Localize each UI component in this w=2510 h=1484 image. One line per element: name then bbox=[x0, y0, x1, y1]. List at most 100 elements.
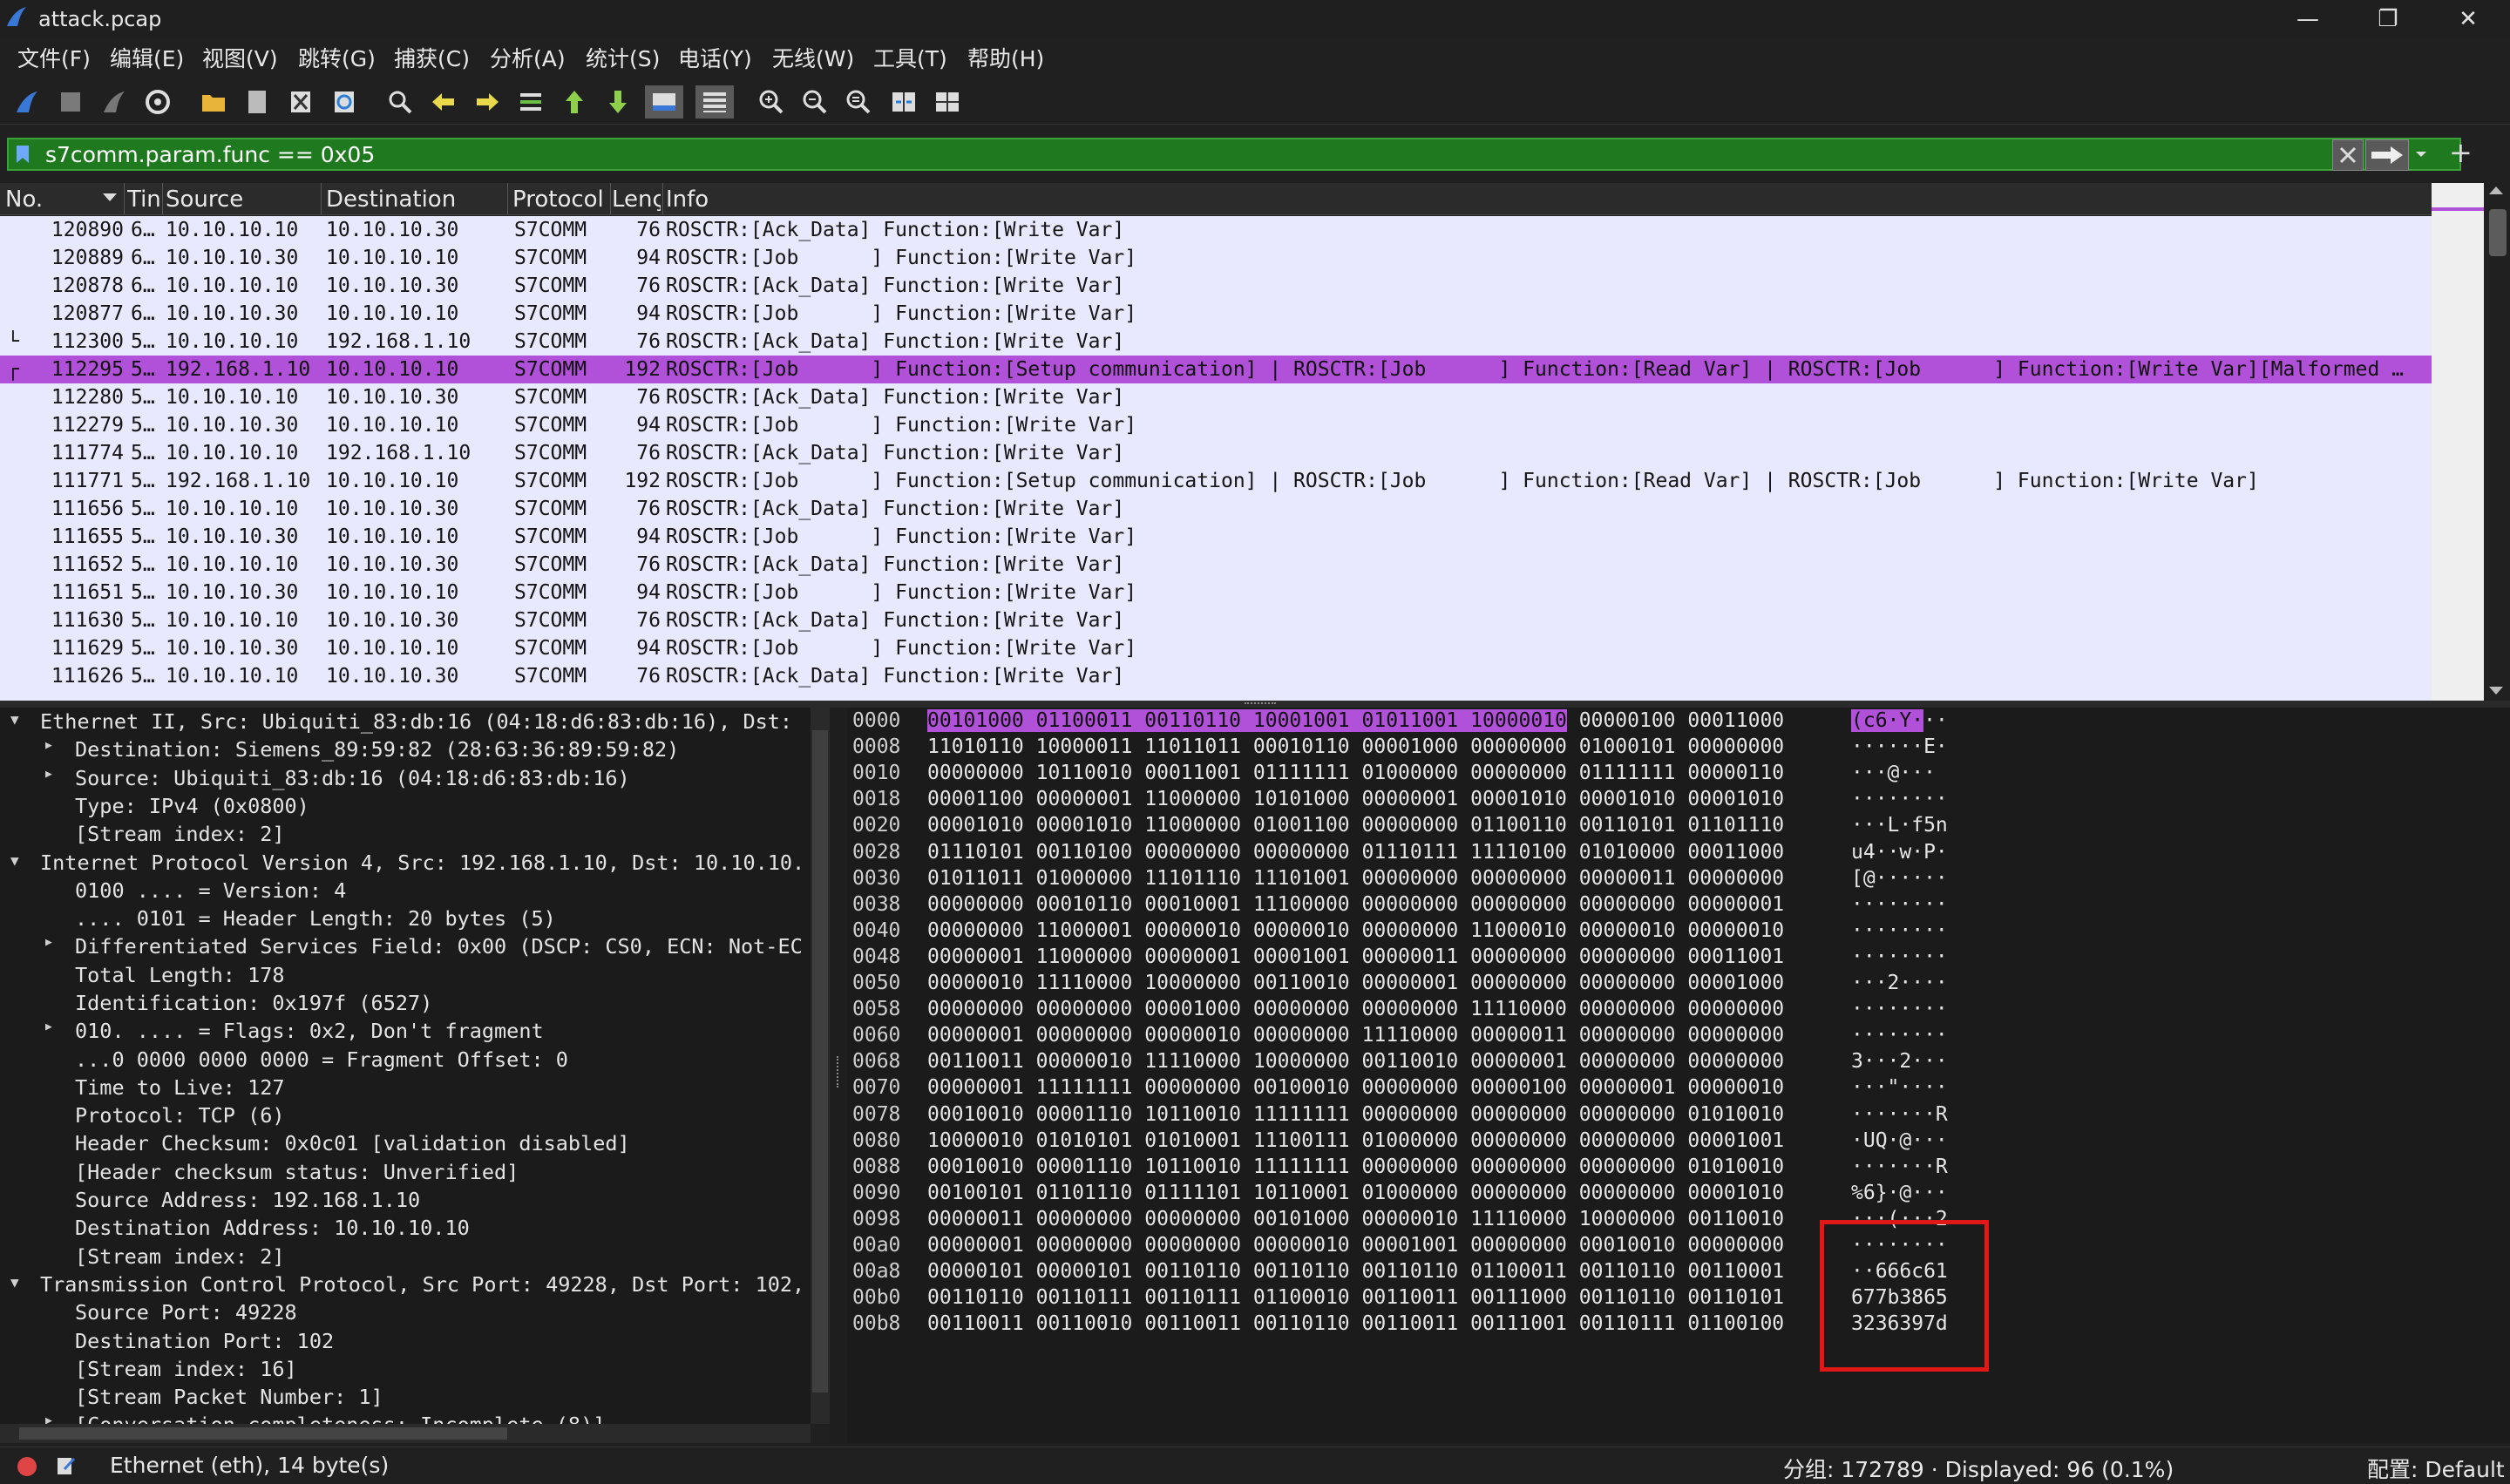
bytes-binary[interactable]: 00000000 00010110 00010001 11100000 0000… bbox=[927, 893, 1784, 916]
details-scroll-thumb[interactable] bbox=[812, 730, 828, 1393]
file-icon[interactable] bbox=[241, 85, 274, 119]
bytes-ascii[interactable]: ········ bbox=[1851, 788, 1948, 810]
bytes-binary[interactable]: 00110011 00000010 11110000 10000000 0011… bbox=[927, 1050, 1784, 1073]
go-to-packet-icon[interactable] bbox=[514, 85, 547, 119]
column-header-no[interactable]: No. bbox=[5, 186, 119, 213]
packet-row[interactable]: 111655 5… 10.10.10.30 10.10.10.10 S7COMM 94 RO… bbox=[0, 523, 2432, 551]
bytes-binary[interactable]: 00000000 11000001 00000010 00000010 0000… bbox=[927, 919, 1784, 942]
close-file-icon[interactable] bbox=[284, 85, 317, 119]
menu-go[interactable]: 跳转(G) bbox=[298, 42, 376, 73]
close-button[interactable]: ✕ bbox=[2428, 0, 2508, 38]
details-horizontal-thumb[interactable] bbox=[19, 1427, 507, 1440]
resize-columns-icon[interactable] bbox=[887, 85, 920, 119]
packet-row[interactable]: 111651 5… 10.10.10.30 10.10.10.10 S7COMM 94 RO… bbox=[0, 579, 2432, 606]
packet-row[interactable]: 120890 6… 10.10.10.10 10.10.10.30 S7COMM 76 RO… bbox=[0, 216, 2432, 244]
bytes-binary[interactable]: 11010110 10000011 11011011 00010110 0000… bbox=[927, 735, 1784, 758]
open-folder-icon[interactable] bbox=[197, 85, 230, 119]
packet-row[interactable]: 111656 5… 10.10.10.10 10.10.10.30 S7COMM 76 RO… bbox=[0, 495, 2432, 523]
expand-arrow-down-icon[interactable]: ▼ bbox=[10, 1274, 19, 1291]
menu-statistics[interactable]: 统计(S) bbox=[586, 42, 660, 73]
packet-details-tree[interactable]: ▼ Ethernet II, Src: Ubiquiti_83:db:16 (04… bbox=[0, 708, 811, 1424]
bytes-binary[interactable]: 10000010 01010101 01010001 11100111 0100… bbox=[927, 1129, 1784, 1152]
first-packet-icon[interactable] bbox=[558, 85, 591, 119]
packet-list-scroll-thumb[interactable] bbox=[2489, 209, 2507, 256]
pane-splitter[interactable] bbox=[0, 701, 2510, 708]
packet-row[interactable]: 120878 6… 10.10.10.10 10.10.10.30 S7COMM 76 RO… bbox=[0, 272, 2432, 300]
display-filter-input[interactable]: s7comm.param.func == 0x05 bbox=[45, 142, 375, 167]
bytes-ascii[interactable]: ······E· bbox=[1851, 735, 1948, 758]
expand-arrow-down-icon[interactable]: ▼ bbox=[10, 711, 19, 728]
bytes-binary[interactable]: 00000001 00000000 00000010 00000000 1111… bbox=[927, 1024, 1784, 1047]
packet-list[interactable]: 120890 6… 10.10.10.10 10.10.10.30 S7COMM 76 RO… bbox=[0, 216, 2432, 701]
scroll-down-icon[interactable] bbox=[2489, 687, 2503, 695]
bytes-binary[interactable]: 00010010 00001110 10110010 11111111 0000… bbox=[927, 1103, 1784, 1126]
vertical-splitter[interactable] bbox=[830, 708, 847, 1443]
packet-list-scrollbar[interactable] bbox=[2486, 183, 2510, 701]
bytes-ascii-highlight[interactable]: (c6·Y· bbox=[1851, 709, 1924, 732]
expand-arrow-right-icon[interactable]: ▶ bbox=[45, 1020, 52, 1033]
bytes-ascii[interactable]: ········ bbox=[1851, 945, 1948, 968]
packet-row[interactable]: └ 112300 5… 10.10.10.10 192.168.1.10 S7COMM 76… bbox=[0, 328, 2432, 356]
packet-row[interactable]: 111774 5… 10.10.10.10 192.168.1.10 S7COMM 76 R… bbox=[0, 439, 2432, 467]
bytes-binary[interactable]: 00001010 00001010 11000000 01001100 0000… bbox=[927, 814, 1784, 837]
bytes-binary[interactable]: 00110011 00110010 00110011 00110110 0011… bbox=[927, 1312, 1784, 1335]
restart-fin-icon[interactable] bbox=[98, 85, 131, 119]
menu-view[interactable]: 视图(V) bbox=[202, 42, 278, 73]
bytes-binary-highlight[interactable]: 00101000 01100011 00110110 10001001 0101… bbox=[927, 709, 1567, 732]
packet-row[interactable]: 111771 5… 192.168.1.10 10.10.10.10 S7COMM 192… bbox=[0, 467, 2432, 495]
bytes-binary[interactable]: 00000000 10110010 00011001 01111111 0100… bbox=[927, 762, 1784, 784]
display-filter-bar[interactable]: s7comm.param.func == 0x05 bbox=[7, 138, 2461, 171]
menu-edit[interactable]: 编辑(E) bbox=[110, 42, 184, 73]
status-profile[interactable]: 配置: Default bbox=[2367, 1453, 2505, 1484]
bytes-binary[interactable]: 01011011 01000000 11101110 11101001 0000… bbox=[927, 867, 1784, 890]
zoom-in-icon[interactable] bbox=[755, 85, 788, 119]
sort-chevron-down-icon[interactable] bbox=[103, 193, 117, 201]
packet-row[interactable]: 111630 5… 10.10.10.10 10.10.10.30 S7COMM 76 RO… bbox=[0, 606, 2432, 634]
bytes-ascii[interactable]: ········ bbox=[1851, 998, 1948, 1020]
zoom-out-icon[interactable] bbox=[798, 85, 831, 119]
menu-tools[interactable]: 工具(T) bbox=[873, 42, 947, 73]
autoscroll-icon[interactable] bbox=[645, 85, 683, 119]
layout-grid-icon[interactable] bbox=[931, 85, 964, 119]
bytes-binary[interactable]: 00000011 00000000 00000000 00101000 0000… bbox=[927, 1208, 1784, 1230]
reload-icon[interactable] bbox=[328, 85, 361, 119]
zoom-normal-icon[interactable] bbox=[842, 85, 875, 119]
column-separator[interactable] bbox=[321, 183, 322, 214]
expand-arrow-down-icon[interactable]: ▼ bbox=[10, 852, 19, 869]
bytes-ascii[interactable]: ········ bbox=[1851, 919, 1948, 942]
column-header-time[interactable]: Tin bbox=[127, 186, 162, 213]
bytes-ascii[interactable]: (c6·Y··· bbox=[1851, 709, 1948, 732]
chevron-down-icon[interactable] bbox=[2409, 139, 2433, 169]
bytes-binary[interactable]: 00100101 01101110 01111101 10110001 0100… bbox=[927, 1182, 1784, 1204]
bytes-binary[interactable]: 00101000 01100011 00110110 10001001 0101… bbox=[927, 709, 1784, 732]
bytes-ascii[interactable]: ···2···· bbox=[1851, 972, 1948, 994]
menu-file[interactable]: 文件(F) bbox=[17, 42, 91, 73]
last-packet-icon[interactable] bbox=[601, 85, 634, 119]
bytes-ascii[interactable]: ···L·f5n bbox=[1851, 814, 1948, 837]
packet-row[interactable]: 120889 6… 10.10.10.30 10.10.10.10 S7COMM 94 RO… bbox=[0, 244, 2432, 272]
scroll-up-icon[interactable] bbox=[2489, 186, 2503, 194]
packet-row[interactable]: 120877 6… 10.10.10.30 10.10.10.10 S7COMM 94 RO… bbox=[0, 300, 2432, 328]
menu-capture[interactable]: 捕获(C) bbox=[394, 42, 470, 73]
clear-filter-icon[interactable] bbox=[2332, 139, 2364, 171]
restore-button[interactable]: ❐ bbox=[2348, 0, 2428, 38]
packet-row-selected[interactable]: ┌ 112295 5… 192.168.1.10 10.10.10.10 S7COMM 19… bbox=[0, 356, 2432, 383]
go-back-arrow-icon[interactable] bbox=[427, 85, 460, 119]
bytes-ascii[interactable]: ········ bbox=[1851, 893, 1948, 916]
edit-comment-icon[interactable] bbox=[56, 1455, 77, 1476]
bytes-binary[interactable]: 00001100 00000001 11000000 10101000 0000… bbox=[927, 788, 1784, 810]
packet-row[interactable]: 112280 5… 10.10.10.10 10.10.10.30 S7COMM 76 RO… bbox=[0, 383, 2432, 411]
column-separator[interactable] bbox=[124, 183, 125, 214]
colorize-icon[interactable] bbox=[695, 85, 734, 119]
find-magnifier-icon[interactable] bbox=[383, 85, 417, 119]
bytes-ascii[interactable]: ·UQ·@··· bbox=[1851, 1129, 1948, 1152]
menu-analyze[interactable]: 分析(A) bbox=[490, 42, 566, 73]
column-header-protocol[interactable]: Protocol bbox=[512, 186, 608, 213]
bytes-binary[interactable]: 00000001 00000000 00000000 00000010 0000… bbox=[927, 1234, 1784, 1257]
apply-filter-arrow-icon[interactable] bbox=[2365, 139, 2409, 171]
stop-square-icon[interactable] bbox=[54, 85, 87, 119]
bytes-ascii[interactable]: ·······R bbox=[1851, 1155, 1948, 1178]
minimize-button[interactable]: — bbox=[2268, 0, 2348, 38]
column-separator[interactable] bbox=[662, 183, 663, 214]
bytes-binary[interactable]: 00000101 00000101 00110110 00110110 0011… bbox=[927, 1260, 1784, 1283]
